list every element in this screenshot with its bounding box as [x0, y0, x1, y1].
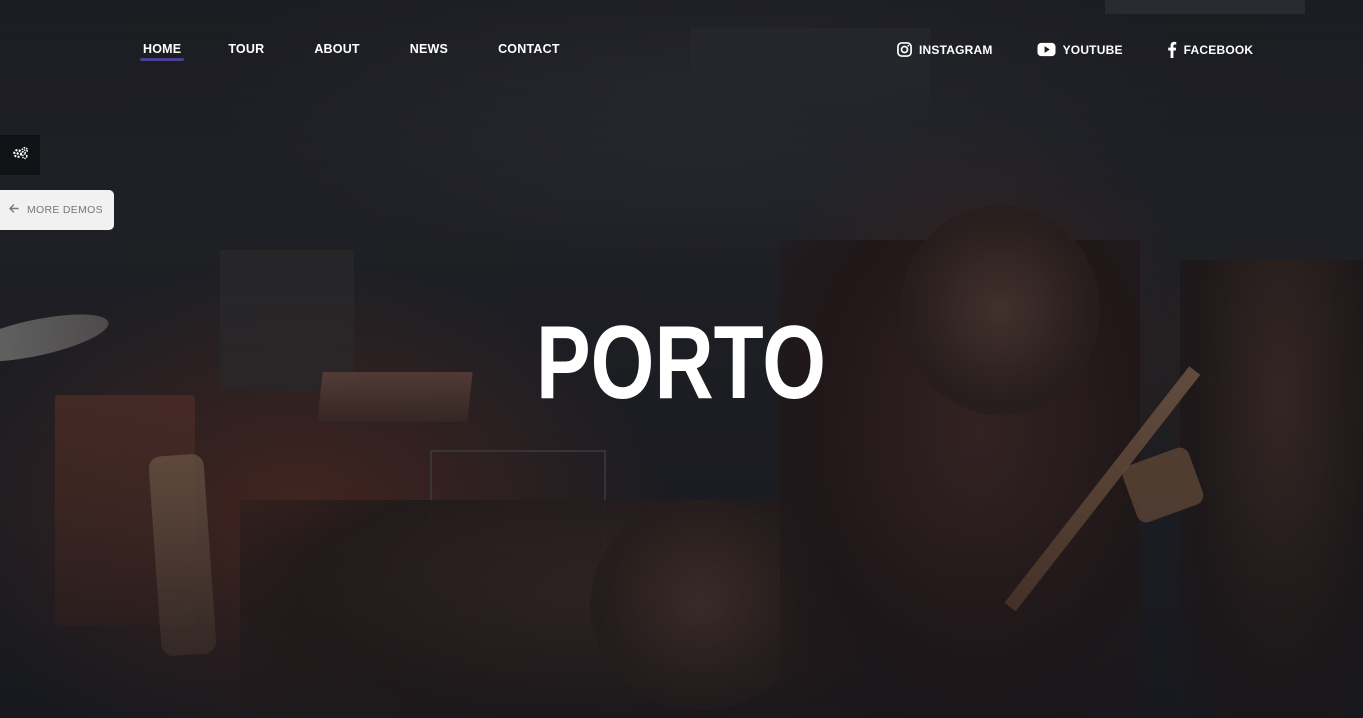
arrow-left-icon	[9, 204, 19, 216]
active-indicator	[140, 58, 185, 61]
social-nav: INSTAGRAM YOUTUBE FACEBOOK	[897, 41, 1253, 58]
nav-news[interactable]: NEWS	[410, 41, 448, 57]
porto-logo: PORTO	[536, 305, 828, 421]
instagram-link[interactable]: INSTAGRAM	[897, 42, 993, 58]
facebook-link[interactable]: FACEBOOK	[1167, 41, 1254, 58]
nav-contact-label: CONTACT	[498, 42, 560, 56]
logo-wordmark: PORTO	[536, 305, 826, 421]
nav-tour-label: TOUR	[228, 42, 265, 56]
instagram-icon	[897, 42, 912, 57]
youtube-label: YOUTUBE	[1062, 42, 1123, 57]
more-demos-label: MORE DEMOS	[27, 204, 103, 216]
nav-home-label: HOME	[143, 42, 182, 56]
gears-icon	[12, 146, 29, 165]
facebook-icon	[1167, 41, 1177, 58]
nav-news-label: NEWS	[409, 42, 449, 56]
main-nav: HOME TOUR ABOUT NEWS CONTACT	[140, 41, 560, 61]
instagram-label: INSTAGRAM	[919, 42, 993, 57]
youtube-link[interactable]: YOUTUBE	[1037, 42, 1123, 58]
nav-about[interactable]: ABOUT	[314, 41, 359, 57]
settings-button[interactable]	[0, 135, 40, 175]
more-demos-button[interactable]: MORE DEMOS	[0, 190, 114, 230]
nav-contact[interactable]: CONTACT	[498, 41, 560, 57]
facebook-label: FACEBOOK	[1183, 42, 1254, 57]
nav-about-label: ABOUT	[314, 42, 360, 56]
logo-text: PORTO	[536, 316, 826, 402]
youtube-icon	[1037, 42, 1056, 57]
nav-tour[interactable]: TOUR	[228, 41, 264, 57]
nav-home[interactable]: HOME	[140, 41, 185, 61]
